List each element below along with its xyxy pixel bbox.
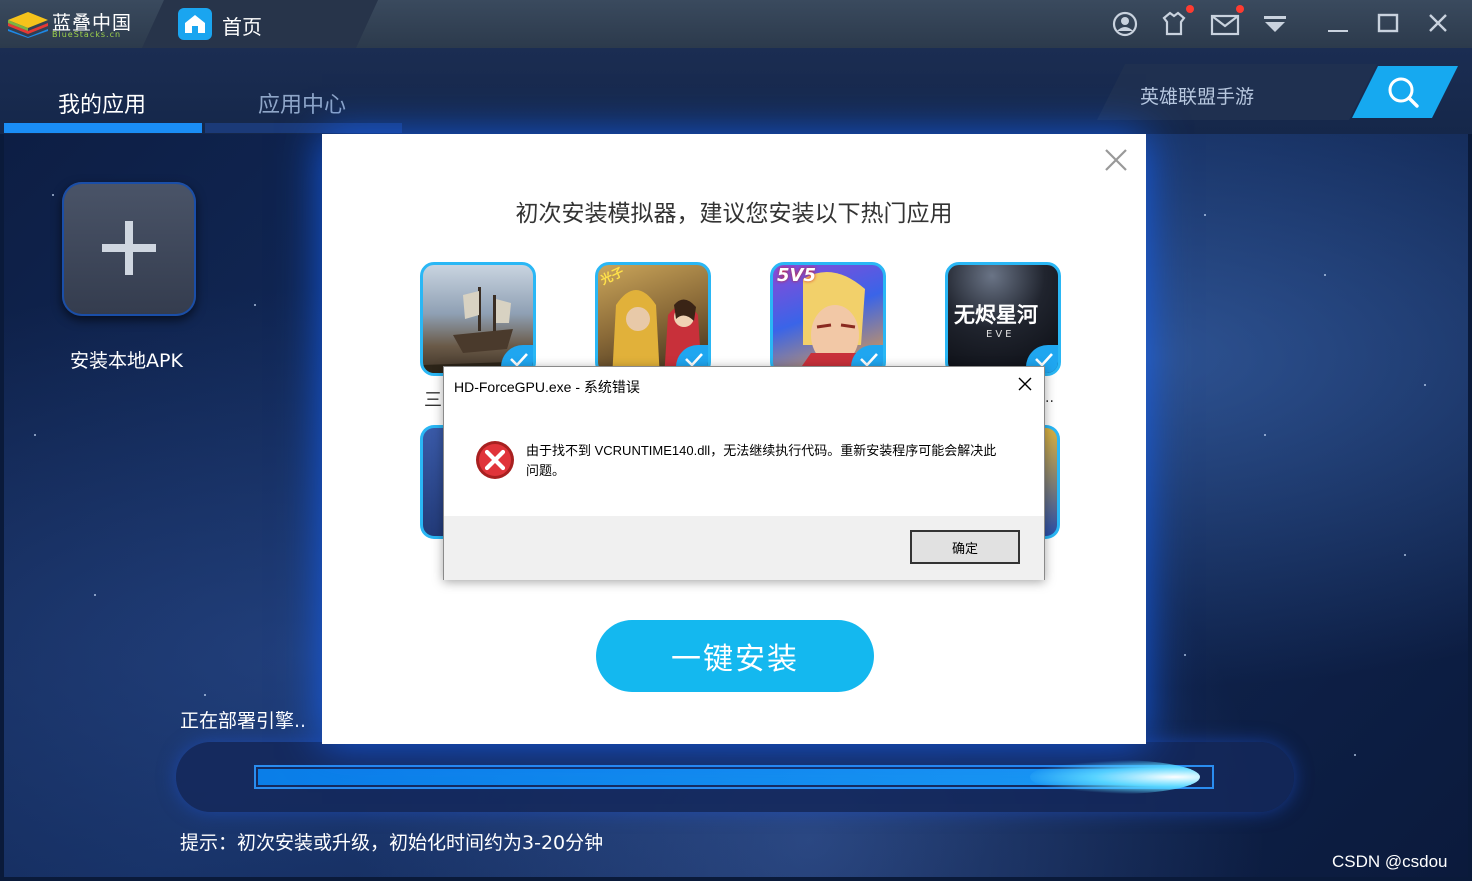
bluestacks-logo: 蓝叠中国 BlueStacks.cn [8, 6, 148, 42]
error-dialog-title: HD-ForceGPU.exe - 系统错误 [454, 379, 640, 395]
tab-my-apps[interactable]: 我的应用 [58, 87, 146, 119]
active-tab-indicator [4, 123, 202, 133]
app-name-fragment: .. [1045, 390, 1054, 406]
dialog-title: 初次安装模拟器，建议您安装以下热门应用 [515, 201, 953, 227]
dialog-close-icon[interactable] [1102, 146, 1130, 174]
minimize-icon[interactable] [1324, 10, 1354, 38]
notification-dot [1186, 5, 1194, 13]
app-icon-eve-echoes[interactable]: 无烬星河 EVE [945, 262, 1061, 376]
app-name-fragment: 三 [424, 390, 442, 411]
error-message: 由于找不到 VCRUNTIME140.dll，无法继续执行代码。重新安装程序可能… [526, 443, 997, 478]
brand-url: BlueStacks.cn [52, 30, 122, 39]
deploy-status: 正在部署引擎.. [180, 710, 307, 732]
app-icon-badge: 5V5 [777, 265, 816, 286]
install-apk-label: 安装本地APK [70, 350, 183, 372]
tab-indicator [205, 123, 402, 133]
one-click-install-button[interactable]: 一键安装 [596, 620, 874, 692]
progress-glow [1030, 760, 1200, 794]
notification-dot [1236, 5, 1244, 13]
gift-shirt-icon[interactable] [1160, 10, 1190, 38]
install-apk-button[interactable] [62, 182, 196, 316]
maximize-icon[interactable] [1374, 10, 1404, 38]
menu-dropdown-icon[interactable] [1261, 10, 1291, 38]
bluestacks-logo-icon [8, 12, 48, 38]
app-icon-title: 无烬星河 [954, 303, 1038, 327]
tab-app-center[interactable]: 应用中心 [258, 87, 346, 119]
system-error-dialog: HD-ForceGPU.exe - 系统错误 由于找不到 VCRUNTIME14… [443, 366, 1045, 580]
app-icon-honor-of-kings[interactable]: 5V5 [770, 262, 886, 376]
error-dialog-footer: 确定 [444, 516, 1044, 580]
hint-text: 提示：初次安装或升级，初始化时间约为3-20分钟 [180, 832, 604, 854]
home-icon [178, 8, 212, 40]
ok-button[interactable]: 确定 [910, 530, 1020, 564]
close-icon[interactable] [1424, 10, 1454, 38]
account-icon[interactable] [1111, 10, 1141, 38]
app-icon-subtitle: EVE [986, 329, 1015, 340]
search-input-text[interactable]: 英雄联盟手游 [1140, 82, 1254, 109]
mail-icon[interactable] [1210, 10, 1240, 38]
app-icon-pirate-ship[interactable] [420, 262, 536, 376]
watermark: CSDN @csdou [1332, 852, 1448, 871]
search-icon [1388, 77, 1419, 108]
tab-home-label[interactable]: 首页 [222, 11, 262, 40]
error-icon [475, 440, 515, 480]
app-icon-pubg[interactable]: 光子 [595, 262, 711, 376]
error-dialog-close-icon[interactable] [1018, 377, 1032, 391]
